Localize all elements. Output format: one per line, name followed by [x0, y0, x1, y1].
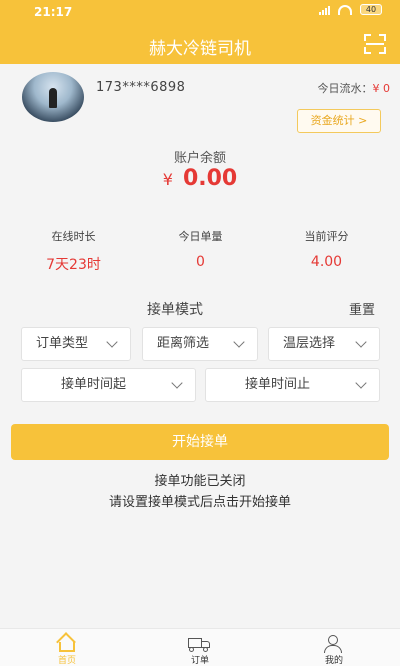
tab-home[interactable]: 首页 — [42, 632, 92, 666]
balance-currency: ¥ — [162, 170, 173, 189]
stat-label: 当前评分 — [304, 230, 349, 243]
bottom-tabbar: 首页 订单 我的 — [0, 628, 400, 666]
distance-select[interactable]: 距离筛选 — [142, 327, 258, 361]
balance-label: 账户余额 — [173, 151, 226, 166]
stat-online-time: 在线时长 7天23时 — [7, 228, 140, 274]
chevron-down-icon — [233, 336, 245, 348]
user-icon — [309, 633, 359, 653]
chevron-down-icon — [171, 377, 183, 389]
distance-label: 距离筛选 — [157, 336, 210, 351]
tab-mine[interactable]: 我的 — [309, 633, 359, 666]
balance-amount: 0.00 — [182, 166, 238, 191]
chevron-down-icon — [106, 336, 118, 348]
order-type-select[interactable]: 订单类型 — [21, 327, 131, 361]
today-flow-amount: ¥ 0 — [372, 82, 391, 95]
today-flow-label: 今日流水： — [317, 82, 373, 95]
page-title: 赫大冷链司机 — [149, 39, 251, 59]
signal-icon — [319, 5, 330, 15]
avatar[interactable] — [22, 72, 84, 122]
start-time-select[interactable]: 接单时间起 — [21, 368, 196, 402]
app-header: 21:17 40 赫大冷链司机 — [0, 0, 400, 64]
stat-value: 0 — [196, 254, 205, 270]
start-taking-orders-button[interactable]: 开始接单 — [11, 424, 389, 460]
end-time-label: 接单时间止 — [244, 377, 310, 392]
temperature-select[interactable]: 温层选择 — [268, 327, 380, 361]
stat-today-orders: 今日单量 0 — [134, 228, 267, 270]
chevron-down-icon — [355, 336, 367, 348]
stat-label: 今日单量 — [178, 230, 223, 243]
phone-number: 173****6898 — [96, 80, 186, 95]
stat-value: 4.00 — [310, 254, 343, 270]
end-time-select[interactable]: 接单时间止 — [205, 368, 380, 402]
tab-home-label: 首页 — [57, 656, 76, 666]
start-time-label: 接单时间起 — [60, 377, 126, 392]
balance-value: ¥0.00 — [0, 166, 400, 191]
status-bar: 21:17 40 — [0, 0, 400, 22]
wifi-icon — [338, 4, 352, 15]
order-type-label: 订单类型 — [36, 336, 89, 351]
truck-icon — [175, 633, 225, 653]
status-time: 21:17 — [34, 5, 73, 19]
reset-button[interactable]: 重置 — [349, 299, 375, 318]
order-mode-label: 接单模式 — [147, 302, 203, 318]
fund-stats-button[interactable]: 资金统计 > — [297, 109, 381, 133]
status-icons: 40 — [319, 4, 382, 15]
tab-orders-label: 订单 — [190, 656, 209, 666]
today-flow: 今日流水：¥ 0 — [318, 80, 391, 96]
scan-icon[interactable] — [364, 34, 386, 54]
tab-orders[interactable]: 订单 — [175, 633, 225, 666]
order-status-text: 接单功能已关闭 — [154, 474, 246, 489]
stat-label: 在线时长 — [51, 230, 96, 243]
temperature-label: 温层选择 — [283, 336, 336, 351]
tab-mine-label: 我的 — [324, 656, 343, 666]
stat-rating: 当前评分 4.00 — [260, 228, 393, 270]
chevron-down-icon — [355, 377, 367, 389]
home-icon — [42, 632, 92, 653]
battery-icon: 40 — [360, 4, 382, 15]
order-hint-text: 请设置接单模式后点击开始接单 — [108, 495, 291, 510]
stat-value: 7天23时 — [46, 257, 101, 273]
